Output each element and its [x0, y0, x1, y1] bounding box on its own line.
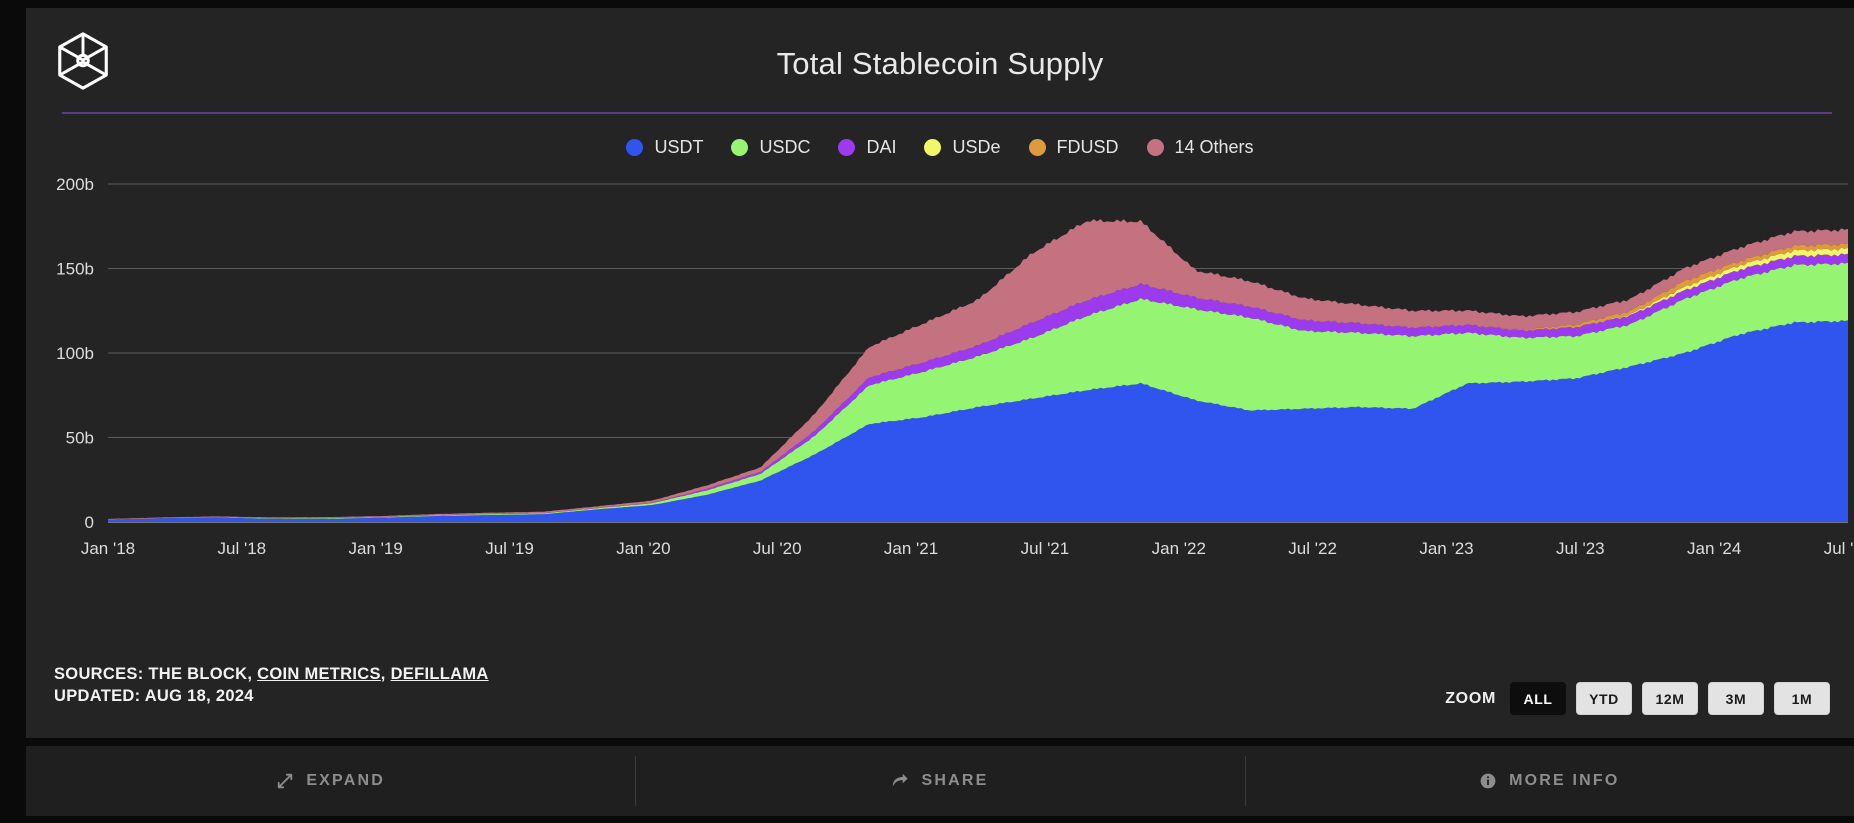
zoom-button-1m[interactable]: 1M — [1774, 682, 1830, 715]
title-underline-rule — [62, 112, 1832, 114]
x-axis-tick-label: Jul '23 — [1556, 539, 1605, 558]
chart-footer: SOURCES: THE BLOCK, COIN METRICS, DEFILL… — [26, 660, 1854, 738]
legend-item-label: DAI — [866, 136, 897, 157]
zoom-control-group: ZOOM ALL YTD 12M 3M 1M — [1445, 682, 1830, 715]
expand-arrows-icon — [276, 772, 294, 790]
legend-swatch-icon — [1028, 138, 1046, 156]
y-axis-tick-label: 50b — [66, 429, 94, 448]
action-more-info-button[interactable]: MORE INFO — [1244, 746, 1854, 816]
legend-item-label: USDe — [952, 136, 1001, 157]
x-axis-tick-label: Jul '18 — [218, 539, 267, 558]
sources-prefix: SOURCES: — [54, 665, 149, 683]
x-axis-tick-label: Jan '24 — [1687, 539, 1741, 558]
x-axis-tick-label: Jan '23 — [1419, 539, 1473, 558]
legend-swatch-icon — [626, 138, 644, 156]
x-axis-tick-label: Jul '24 — [1824, 539, 1854, 558]
legend-item-label: FDUSD — [1056, 136, 1119, 157]
stacked-area-chart: 0 50b 100b 150b 200b Jan '18 Jul '18 Jan '19 Jul… — [56, 175, 1854, 558]
chart-action-bar: EXPAND SHARE MORE INFO — [26, 746, 1854, 816]
action-label: EXPAND — [306, 772, 386, 789]
chart-header: Total Stablecoin Supply — [26, 8, 1854, 114]
y-axis-tick-label: 0 — [85, 513, 94, 532]
legend-item-14-others[interactable]: 14 Others — [1146, 136, 1254, 158]
legend-swatch-icon — [924, 138, 942, 156]
x-axis-tick-label: Jan '20 — [616, 539, 670, 558]
action-expand-button[interactable]: EXPAND — [26, 746, 635, 816]
zoom-button-3m[interactable]: 3M — [1708, 682, 1764, 715]
legend-item-usde[interactable]: USDe — [924, 136, 1001, 158]
legend-swatch-icon — [1146, 138, 1164, 156]
y-axis-tick-label: 150b — [56, 260, 94, 279]
chart-legend: USDT USDC DAI USDe FDUSD 14 Others — [26, 124, 1854, 170]
action-share-button[interactable]: SHARE — [635, 746, 1244, 816]
zoom-button-all[interactable]: ALL — [1510, 682, 1566, 715]
x-axis-tick-label: Jan '19 — [349, 539, 403, 558]
chart-card: Total Stablecoin Supply USDT USDC DAI USDe F… — [26, 8, 1854, 738]
chart-plot-area: 0 50b 100b 150b 200b Jan '18 Jul '18 Jan '19 Jul… — [26, 170, 1854, 660]
zoom-label: ZOOM — [1445, 689, 1496, 707]
source-theblock: THE BLOCK, — [148, 665, 258, 683]
legend-item-label: USDT — [654, 136, 704, 157]
info-circle-icon — [1479, 772, 1497, 790]
chart-page: Total Stablecoin Supply USDT USDC DAI USDe F… — [0, 0, 1854, 823]
action-label: MORE INFO — [1509, 772, 1620, 789]
source-link-defillama[interactable]: DEFILLAMA — [391, 665, 489, 683]
share-arrow-icon — [891, 772, 909, 790]
x-axis-tick-label: Jul '21 — [1021, 539, 1070, 558]
sources-line: SOURCES: THE BLOCK, COIN METRICS, DEFILL… — [54, 662, 489, 687]
y-axis-tick-label: 100b — [56, 344, 94, 363]
x-axis-tick-label: Jul '20 — [753, 539, 802, 558]
source-link-coin-metrics[interactable]: COIN METRICS — [257, 665, 381, 683]
legend-item-fdusd[interactable]: FDUSD — [1028, 136, 1119, 158]
x-axis-tick-label: Jan '21 — [884, 539, 938, 558]
x-axis-tick-label: Jul '22 — [1288, 539, 1337, 558]
legend-item-usdc[interactable]: USDC — [731, 137, 810, 158]
zoom-button-ytd[interactable]: YTD — [1576, 682, 1632, 715]
x-axis-tick-label: Jan '22 — [1152, 539, 1206, 558]
legend-item-usdt[interactable]: USDT — [626, 137, 703, 158]
legend-item-dai[interactable]: DAI — [838, 137, 896, 158]
legend-swatch-icon — [838, 138, 856, 156]
page-title: Total Stablecoin Supply — [776, 46, 1104, 81]
zoom-buttons: ALL YTD 12M 3M 1M — [1510, 682, 1830, 715]
y-axis-tick-label: 200b — [56, 175, 94, 194]
zoom-button-12m[interactable]: 12M — [1642, 682, 1698, 715]
legend-item-label: 14 Others — [1174, 136, 1254, 157]
action-label: SHARE — [921, 772, 989, 789]
x-axis-tick-label: Jul '19 — [485, 539, 534, 558]
legend-item-label: USDC — [759, 136, 811, 157]
legend-swatch-icon — [731, 138, 749, 156]
source-separator: , — [380, 665, 391, 683]
x-axis-tick-label: Jan '18 — [81, 539, 135, 558]
updated-date: UPDATED: AUG 18, 2024 — [54, 687, 254, 705]
